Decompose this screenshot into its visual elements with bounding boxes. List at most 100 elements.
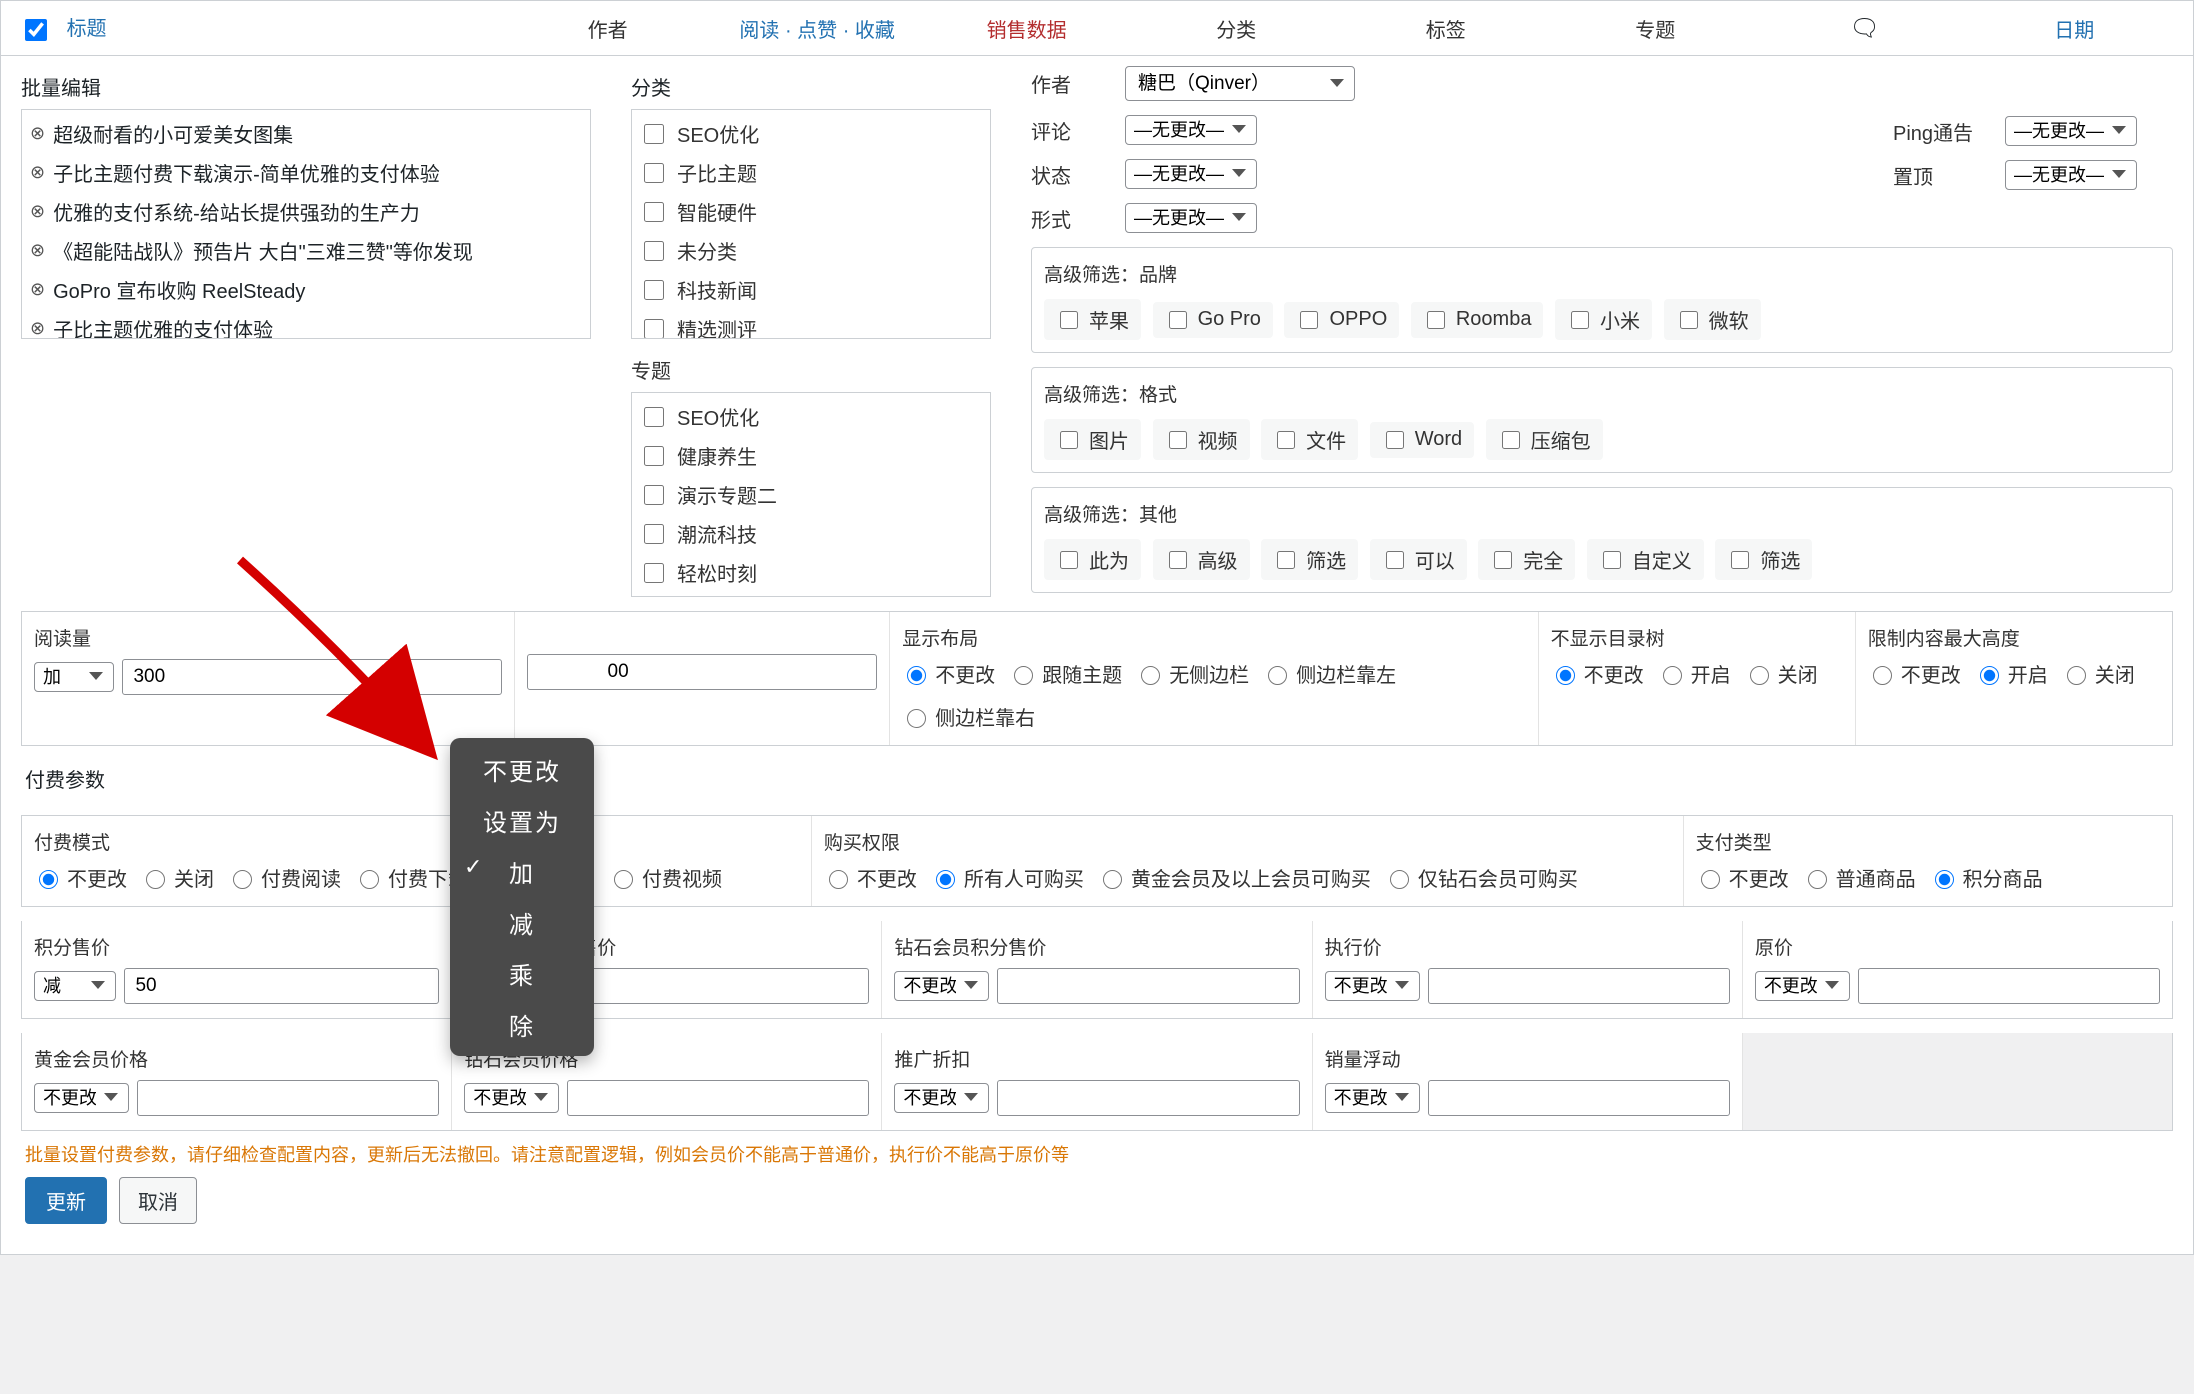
post-item[interactable]: ⊗《超能陆战队》预告片 大白"三难三赞"等你发现	[28, 231, 584, 270]
cat-checkbox[interactable]	[644, 319, 664, 339]
paymode-radio[interactable]	[360, 870, 379, 889]
view-value-input[interactable]	[122, 659, 501, 695]
post-item[interactable]: ⊗超级耐看的小可爱美女图集	[28, 114, 584, 153]
height-radio[interactable]	[1873, 666, 1892, 685]
sales-op-select[interactable]: 不更改	[1325, 1083, 1420, 1113]
layout-radio[interactable]	[907, 666, 926, 685]
col-comments[interactable]: 🗨	[1760, 14, 1970, 43]
topic-checkbox[interactable]	[644, 407, 664, 427]
layout-radio[interactable]	[1141, 666, 1160, 685]
fmt-checkbox[interactable]	[1277, 431, 1295, 449]
brand-checkbox[interactable]	[1300, 311, 1318, 329]
categories-listbox[interactable]: SEO优化 子比主题 智能硬件 未分类 科技新闻 精选测评 萌宠在线	[631, 109, 991, 339]
paymode-radio[interactable]	[146, 870, 165, 889]
topics-listbox[interactable]: SEO优化 健康养生 演示专题二 潮流科技 轻松时刻	[631, 392, 991, 597]
gold-price-op-select[interactable]: 不更改	[34, 1083, 129, 1113]
tree-radio[interactable]	[1556, 666, 1575, 685]
col-sales[interactable]: 销售数据	[922, 14, 1132, 43]
dd-item-mul[interactable]: 乘	[450, 948, 594, 999]
paymode-radio[interactable]	[233, 870, 252, 889]
gold-price-input[interactable]	[137, 1080, 439, 1116]
other-checkbox[interactable]	[1603, 551, 1621, 569]
sticky-select[interactable]: —无更改—	[2005, 160, 2137, 190]
diamond-op-select[interactable]: 不更改	[894, 971, 989, 1001]
dd-item-div[interactable]: 除	[450, 999, 594, 1050]
layout-radio[interactable]	[1014, 666, 1033, 685]
secondary-input[interactable]	[527, 654, 878, 690]
fmt-checkbox[interactable]	[1169, 431, 1187, 449]
col-tags[interactable]: 标签	[1341, 14, 1551, 43]
post-item[interactable]: ⊗GoPro 宣布收购 ReelSteady	[28, 270, 584, 309]
dd-item-add[interactable]: 加	[450, 846, 594, 897]
points-value-input[interactable]	[124, 968, 439, 1004]
other-checkbox[interactable]	[1731, 551, 1749, 569]
height-radio[interactable]	[2067, 666, 2086, 685]
post-item[interactable]: ⊗子比主题优雅的支付体验	[28, 309, 584, 339]
payperm-radio[interactable]	[1103, 870, 1122, 889]
diamond-price-input[interactable]	[567, 1080, 869, 1116]
brand-checkbox[interactable]	[1427, 311, 1445, 329]
exec-value-input[interactable]	[1428, 968, 1730, 1004]
topic-checkbox[interactable]	[644, 563, 664, 583]
other-checkbox[interactable]	[1277, 551, 1295, 569]
dd-item-sub[interactable]: 减	[450, 897, 594, 948]
comment-select[interactable]: —无更改—	[1125, 115, 1257, 145]
dd-item-nochange[interactable]: 不更改	[450, 744, 594, 795]
col-topic[interactable]: 专题	[1550, 14, 1760, 43]
layout-radio[interactable]	[1268, 666, 1287, 685]
fmt-checkbox[interactable]	[1386, 431, 1404, 449]
col-category[interactable]: 分类	[1131, 14, 1341, 43]
fmt-checkbox[interactable]	[1060, 431, 1078, 449]
promo-input[interactable]	[997, 1080, 1299, 1116]
other-checkbox[interactable]	[1169, 551, 1187, 569]
status-select[interactable]: —无更改—	[1125, 159, 1257, 189]
topic-checkbox[interactable]	[644, 524, 664, 544]
paymode-radio[interactable]	[39, 870, 58, 889]
payperm-radio[interactable]	[829, 870, 848, 889]
paytype-radio[interactable]	[1701, 870, 1720, 889]
brand-checkbox[interactable]	[1060, 311, 1078, 329]
payperm-radio[interactable]	[936, 870, 955, 889]
remove-icon[interactable]: ⊗	[30, 240, 45, 261]
brand-checkbox[interactable]	[1680, 311, 1698, 329]
post-item[interactable]: ⊗优雅的支付系统-给站长提供强劲的生产力	[28, 192, 584, 231]
view-op-select[interactable]: 加	[34, 662, 114, 692]
brand-checkbox[interactable]	[1571, 311, 1589, 329]
remove-icon[interactable]: ⊗	[30, 201, 45, 222]
gold-value-input[interactable]	[555, 968, 870, 1004]
remove-icon[interactable]: ⊗	[30, 123, 45, 144]
cat-checkbox[interactable]	[644, 241, 664, 261]
cat-checkbox[interactable]	[644, 163, 664, 183]
remove-icon[interactable]: ⊗	[30, 279, 45, 300]
topic-checkbox[interactable]	[644, 485, 664, 505]
points-op-select[interactable]: 减	[34, 971, 116, 1001]
col-author[interactable]: 作者	[503, 14, 713, 43]
topic-checkbox[interactable]	[644, 446, 664, 466]
other-checkbox[interactable]	[1494, 551, 1512, 569]
paymode-radio[interactable]	[614, 870, 633, 889]
col-date[interactable]: 日期	[1970, 14, 2180, 43]
tree-radio[interactable]	[1663, 666, 1682, 685]
paytype-radio[interactable]	[1935, 870, 1954, 889]
promo-op-select[interactable]: 不更改	[894, 1083, 989, 1113]
format-select[interactable]: —无更改—	[1125, 203, 1257, 233]
brand-checkbox[interactable]	[1169, 311, 1187, 329]
cat-checkbox[interactable]	[644, 124, 664, 144]
update-button[interactable]: 更新	[25, 1177, 107, 1224]
col-reads[interactable]: 阅读 · 点赞 · 收藏	[712, 14, 922, 43]
exec-op-select[interactable]: 不更改	[1325, 971, 1420, 1001]
post-item[interactable]: ⊗子比主题付费下载演示-简单优雅的支付体验	[28, 153, 584, 192]
sales-input[interactable]	[1428, 1080, 1730, 1116]
orig-op-select[interactable]: 不更改	[1755, 971, 1850, 1001]
diamond-price-op-select[interactable]: 不更改	[464, 1083, 559, 1113]
payperm-radio[interactable]	[1390, 870, 1409, 889]
tree-radio[interactable]	[1750, 666, 1769, 685]
posts-listbox[interactable]: ⊗超级耐看的小可爱美女图集 ⊗子比主题付费下载演示-简单优雅的支付体验 ⊗优雅的…	[21, 109, 591, 339]
cat-checkbox[interactable]	[644, 202, 664, 222]
operation-dropdown[interactable]: 不更改 设置为 加 减 乘 除	[450, 738, 594, 1056]
cancel-button[interactable]: 取消	[119, 1177, 197, 1224]
col-title-link[interactable]: 标题	[67, 18, 107, 40]
dd-item-setto[interactable]: 设置为	[450, 795, 594, 846]
height-radio[interactable]	[1980, 666, 1999, 685]
remove-icon[interactable]: ⊗	[30, 318, 45, 339]
